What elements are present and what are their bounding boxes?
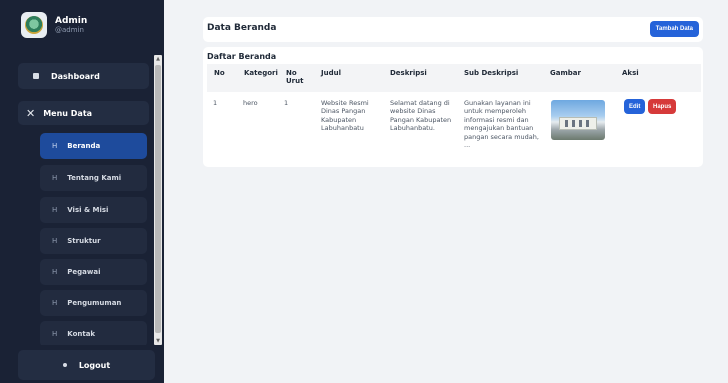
cell-gambar-image	[551, 100, 605, 140]
sidebar-subitem-label: Tentang Kami	[67, 174, 122, 182]
sidebar-item-dashboard[interactable]: Dashboard	[18, 63, 149, 89]
page-icon: H	[52, 206, 58, 214]
logout-button[interactable]: Logout	[18, 350, 155, 380]
logout-icon	[62, 363, 67, 367]
column-header: Judul	[321, 69, 341, 77]
table-card: Daftar Beranda No Kategori No Urut Judul…	[203, 47, 703, 167]
page-header: Data Beranda Tambah Data	[203, 17, 703, 42]
page-title: Data Beranda	[207, 23, 277, 33]
sidebar-subitem-label: Visi & Misi	[67, 206, 109, 214]
sidebar-subitem-kontak[interactable]: H Kontak	[40, 321, 147, 345]
column-header: Gambar	[550, 69, 581, 77]
delete-button[interactable]: Hapus	[648, 99, 677, 114]
building-window	[565, 120, 568, 127]
page-icon: H	[52, 299, 58, 307]
cell-no: 1	[213, 99, 218, 107]
edit-button[interactable]: Edit	[624, 99, 646, 114]
building-window	[586, 120, 589, 127]
sidebar-subitem-label: Pengumuman	[67, 299, 122, 307]
sidebar-subitem-visi-misi[interactable]: H Visi & Misi	[40, 197, 147, 223]
column-header: Kategori	[244, 69, 278, 77]
cell-judul: Website Resmi Dinas Pangan Kabupaten Lab…	[321, 99, 369, 133]
sidebar-item-label: Menu Data	[43, 108, 93, 118]
sidebar-scrollbar[interactable]: ▲ ▼	[154, 55, 162, 345]
sidebar-subitem-label: Beranda	[67, 142, 101, 150]
cell-sub-deskripsi: Gunakan layanan ini untuk memperoleh inf…	[464, 99, 539, 150]
dashboard-icon	[33, 73, 39, 79]
profile-handle: @admin	[55, 26, 84, 35]
sidebar-subitem-label: Kontak	[67, 330, 96, 338]
sidebar-subitem-tentang-kami[interactable]: H Tentang Kami	[40, 165, 147, 191]
building-window	[579, 120, 582, 127]
table-title: Daftar Beranda	[207, 52, 277, 61]
column-header: No	[214, 69, 225, 77]
sidebar-item-label: Dashboard	[51, 71, 100, 81]
page-icon: H	[52, 174, 58, 182]
close-icon[interactable]: ✕	[26, 107, 35, 120]
profile: Admin @admin	[0, 0, 164, 50]
sidebar-subitem-label: Pegawai	[67, 268, 101, 276]
page-icon: H	[52, 330, 58, 338]
column-header: No Urut	[286, 69, 304, 86]
page-icon: H	[52, 142, 58, 150]
column-header: Aksi	[622, 69, 639, 77]
scroll-thumb[interactable]	[155, 65, 161, 333]
sidebar-subitem-pegawai[interactable]: H Pegawai	[40, 259, 147, 285]
scroll-up-arrow-icon[interactable]: ▲	[154, 55, 162, 63]
logout-label: Logout	[78, 360, 111, 370]
scroll-down-arrow-icon[interactable]: ▼	[154, 337, 162, 345]
sidebar-subitem-beranda[interactable]: H Beranda	[40, 133, 147, 159]
sidebar-subitem-struktur[interactable]: H Struktur	[40, 228, 147, 254]
page-icon: H	[52, 268, 58, 276]
page-icon: H	[52, 237, 58, 245]
column-header: Deskripsi	[390, 69, 427, 77]
sidebar-subitem-label: Struktur	[67, 237, 101, 245]
add-data-button[interactable]: Tambah Data	[649, 21, 699, 37]
sidebar: Admin @admin Dashboard ✕ Menu Data H Ber…	[0, 0, 164, 383]
sidebar-item-menu-data[interactable]: ✕ Menu Data	[18, 101, 149, 125]
emblem-icon	[25, 16, 43, 34]
cell-kategori: hero	[243, 99, 258, 107]
sidebar-nav: Dashboard ✕ Menu Data H Beranda H Tentan…	[0, 55, 164, 345]
building-window	[572, 120, 575, 127]
column-header: Sub Deskripsi	[464, 69, 519, 77]
table-header: No Kategori No Urut Judul Deskripsi Sub …	[207, 64, 701, 92]
logo-avatar	[21, 12, 47, 38]
cell-no-urut: 1	[284, 99, 289, 107]
sidebar-subitem-pengumuman[interactable]: H Pengumuman	[40, 290, 147, 316]
cell-deskripsi: Selamat datang di website Dinas Pangan K…	[390, 99, 452, 133]
profile-name: Admin	[55, 15, 88, 26]
